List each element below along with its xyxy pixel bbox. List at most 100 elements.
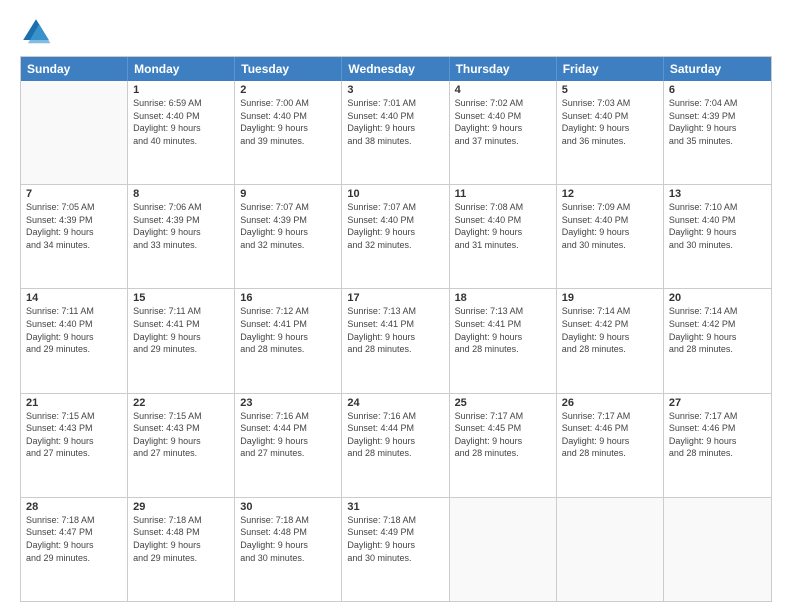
day-number: 13	[669, 188, 766, 200]
cell-info-line: and 27 minutes.	[133, 447, 229, 460]
cell-info-line: Sunset: 4:46 PM	[669, 422, 766, 435]
cell-info-line: and 28 minutes.	[562, 447, 658, 460]
cell-info-line: Daylight: 9 hours	[455, 122, 551, 135]
day-number: 5	[562, 84, 658, 96]
day-number: 10	[347, 188, 443, 200]
cell-info-line: Sunset: 4:44 PM	[347, 422, 443, 435]
cell-info-line: Sunrise: 7:06 AM	[133, 201, 229, 214]
calendar-cell: 26Sunrise: 7:17 AMSunset: 4:46 PMDayligh…	[557, 394, 664, 497]
cell-info-line: Daylight: 9 hours	[562, 331, 658, 344]
day-of-week-header: Thursday	[450, 57, 557, 81]
day-number: 8	[133, 188, 229, 200]
cell-info-line: Sunrise: 7:13 AM	[347, 305, 443, 318]
cell-info-line: and 28 minutes.	[347, 343, 443, 356]
cell-info-line: and 29 minutes.	[26, 343, 122, 356]
cell-info-line: and 28 minutes.	[347, 447, 443, 460]
day-number: 2	[240, 84, 336, 96]
calendar-week-row: 7Sunrise: 7:05 AMSunset: 4:39 PMDaylight…	[21, 184, 771, 288]
cell-info-line: Sunset: 4:41 PM	[240, 318, 336, 331]
cell-info-line: Sunset: 4:42 PM	[562, 318, 658, 331]
calendar-cell: 23Sunrise: 7:16 AMSunset: 4:44 PMDayligh…	[235, 394, 342, 497]
calendar-cell: 3Sunrise: 7:01 AMSunset: 4:40 PMDaylight…	[342, 81, 449, 184]
cell-info-line: Sunset: 4:40 PM	[347, 214, 443, 227]
cell-info-line: Daylight: 9 hours	[133, 435, 229, 448]
cell-info-line: Sunrise: 7:13 AM	[455, 305, 551, 318]
cell-info-line: and 30 minutes.	[562, 239, 658, 252]
cell-info-line: Sunrise: 7:18 AM	[240, 514, 336, 527]
cell-info-line: Sunset: 4:46 PM	[562, 422, 658, 435]
cell-info-line: and 35 minutes.	[669, 135, 766, 148]
calendar-cell: 10Sunrise: 7:07 AMSunset: 4:40 PMDayligh…	[342, 185, 449, 288]
day-of-week-header: Saturday	[664, 57, 771, 81]
cell-info-line: and 39 minutes.	[240, 135, 336, 148]
cell-info-line: and 28 minutes.	[455, 447, 551, 460]
cell-info-line: Sunrise: 7:18 AM	[26, 514, 122, 527]
calendar-cell: 7Sunrise: 7:05 AMSunset: 4:39 PMDaylight…	[21, 185, 128, 288]
cell-info-line: Daylight: 9 hours	[133, 539, 229, 552]
cell-info-line: and 27 minutes.	[240, 447, 336, 460]
cell-info-line: Daylight: 9 hours	[26, 331, 122, 344]
header	[20, 16, 772, 48]
cell-info-line: Daylight: 9 hours	[240, 331, 336, 344]
cell-info-line: Sunrise: 7:16 AM	[347, 410, 443, 423]
day-number: 14	[26, 292, 122, 304]
calendar-week-row: 14Sunrise: 7:11 AMSunset: 4:40 PMDayligh…	[21, 288, 771, 392]
calendar-week-row: 28Sunrise: 7:18 AMSunset: 4:47 PMDayligh…	[21, 497, 771, 601]
cell-info-line: Daylight: 9 hours	[455, 226, 551, 239]
cell-info-line: and 32 minutes.	[240, 239, 336, 252]
day-number: 3	[347, 84, 443, 96]
cell-info-line: Sunset: 4:42 PM	[669, 318, 766, 331]
day-of-week-header: Friday	[557, 57, 664, 81]
cell-info-line: Daylight: 9 hours	[562, 435, 658, 448]
cell-info-line: Sunrise: 7:15 AM	[133, 410, 229, 423]
day-number: 4	[455, 84, 551, 96]
day-number: 18	[455, 292, 551, 304]
calendar-cell: 28Sunrise: 7:18 AMSunset: 4:47 PMDayligh…	[21, 498, 128, 601]
cell-info-line: and 28 minutes.	[562, 343, 658, 356]
cell-info-line: Sunset: 4:44 PM	[240, 422, 336, 435]
cell-info-line: Sunset: 4:40 PM	[562, 214, 658, 227]
calendar-cell: 8Sunrise: 7:06 AMSunset: 4:39 PMDaylight…	[128, 185, 235, 288]
cell-info-line: Daylight: 9 hours	[347, 539, 443, 552]
cell-info-line: and 28 minutes.	[240, 343, 336, 356]
cell-info-line: Sunrise: 7:18 AM	[347, 514, 443, 527]
cell-info-line: Sunset: 4:43 PM	[26, 422, 122, 435]
calendar-cell	[21, 81, 128, 184]
cell-info-line: Sunrise: 6:59 AM	[133, 97, 229, 110]
cell-info-line: and 28 minutes.	[669, 447, 766, 460]
cell-info-line: Sunset: 4:48 PM	[133, 526, 229, 539]
cell-info-line: and 29 minutes.	[26, 552, 122, 565]
cell-info-line: Sunset: 4:40 PM	[347, 110, 443, 123]
calendar-cell: 27Sunrise: 7:17 AMSunset: 4:46 PMDayligh…	[664, 394, 771, 497]
calendar-cell: 2Sunrise: 7:00 AMSunset: 4:40 PMDaylight…	[235, 81, 342, 184]
calendar-week-row: 1Sunrise: 6:59 AMSunset: 4:40 PMDaylight…	[21, 81, 771, 184]
day-number: 11	[455, 188, 551, 200]
day-number: 9	[240, 188, 336, 200]
calendar-cell: 1Sunrise: 6:59 AMSunset: 4:40 PMDaylight…	[128, 81, 235, 184]
cell-info-line: and 29 minutes.	[133, 552, 229, 565]
day-number: 29	[133, 501, 229, 513]
calendar-cell: 5Sunrise: 7:03 AMSunset: 4:40 PMDaylight…	[557, 81, 664, 184]
cell-info-line: Sunset: 4:40 PM	[562, 110, 658, 123]
day-number: 7	[26, 188, 122, 200]
cell-info-line: Daylight: 9 hours	[240, 435, 336, 448]
calendar-week-row: 21Sunrise: 7:15 AMSunset: 4:43 PMDayligh…	[21, 393, 771, 497]
cell-info-line: and 38 minutes.	[347, 135, 443, 148]
calendar-cell: 25Sunrise: 7:17 AMSunset: 4:45 PMDayligh…	[450, 394, 557, 497]
cell-info-line: Sunrise: 7:01 AM	[347, 97, 443, 110]
cell-info-line: Sunset: 4:48 PM	[240, 526, 336, 539]
cell-info-line: Sunset: 4:40 PM	[669, 214, 766, 227]
cell-info-line: Sunset: 4:41 PM	[455, 318, 551, 331]
day-number: 12	[562, 188, 658, 200]
day-number: 24	[347, 397, 443, 409]
cell-info-line: Sunrise: 7:15 AM	[26, 410, 122, 423]
calendar-cell: 13Sunrise: 7:10 AMSunset: 4:40 PMDayligh…	[664, 185, 771, 288]
cell-info-line: Daylight: 9 hours	[562, 122, 658, 135]
cell-info-line: Sunrise: 7:07 AM	[347, 201, 443, 214]
day-number: 26	[562, 397, 658, 409]
cell-info-line: Sunset: 4:43 PM	[133, 422, 229, 435]
cell-info-line: Daylight: 9 hours	[347, 122, 443, 135]
cell-info-line: Sunrise: 7:07 AM	[240, 201, 336, 214]
cell-info-line: Daylight: 9 hours	[26, 539, 122, 552]
cell-info-line: Daylight: 9 hours	[669, 226, 766, 239]
